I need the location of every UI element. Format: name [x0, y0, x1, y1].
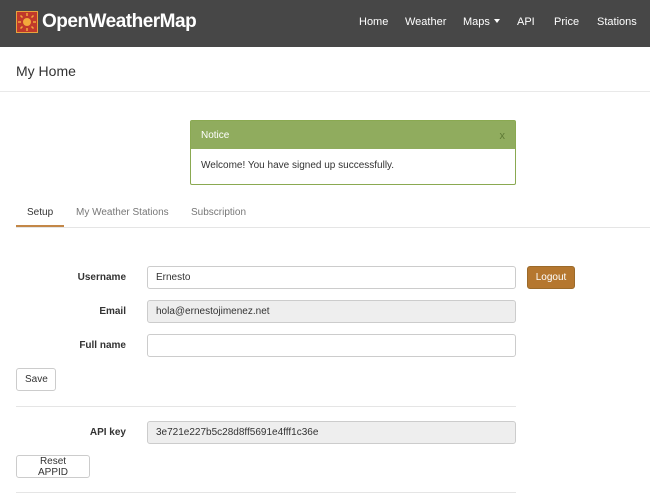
username-field[interactable] — [147, 266, 516, 289]
nav-item-home[interactable]: Home — [359, 16, 388, 28]
reset-appid-button[interactable]: Reset APPID — [16, 455, 90, 478]
section-divider-bottom — [16, 492, 516, 493]
nav-item-weather[interactable]: Weather — [405, 16, 446, 28]
nav-item-maps[interactable]: Maps — [463, 16, 500, 28]
nav-item-maps-label: Maps — [463, 16, 490, 28]
nav-item-stations[interactable]: Stations — [597, 16, 637, 28]
full-name-label: Full name — [79, 340, 126, 351]
page-title: My Home — [16, 63, 76, 79]
save-button[interactable]: Save — [16, 368, 56, 391]
api-key-label: API key — [89, 427, 126, 438]
brand[interactable]: OpenWeatherMap — [16, 11, 197, 33]
page-header: My Home — [0, 47, 650, 92]
tab-setup[interactable]: Setup — [27, 207, 53, 218]
nav-item-price[interactable]: Price — [554, 16, 579, 28]
caret-down-icon — [493, 19, 500, 23]
tab-bar: Setup My Weather Stations Subscription — [16, 197, 650, 228]
notice-message: Welcome! You have signed up successfully… — [201, 160, 395, 171]
section-divider — [16, 406, 516, 407]
api-key-field[interactable] — [147, 421, 516, 444]
sun-logo-icon — [16, 11, 38, 33]
email-label: Email — [99, 306, 126, 317]
email-field[interactable] — [147, 300, 516, 323]
active-tab-indicator — [16, 225, 64, 227]
notice-header: Notice x — [191, 121, 515, 149]
brand-name: OpenWeatherMap — [42, 11, 197, 32]
top-navbar: OpenWeatherMap Home Weather Maps API Pri… — [0, 0, 650, 47]
username-label: Username — [77, 272, 126, 283]
nav-item-api[interactable]: API — [517, 16, 535, 28]
notice-title: Notice — [201, 130, 230, 141]
full-name-field[interactable] — [147, 334, 516, 357]
notice-alert: Notice x Welcome! You have signed up suc… — [190, 120, 516, 185]
notice-close-button[interactable]: x — [500, 130, 506, 142]
logout-button[interactable]: Logout — [527, 266, 575, 289]
tab-my-weather-stations[interactable]: My Weather Stations — [76, 207, 169, 218]
tab-subscription[interactable]: Subscription — [191, 207, 246, 218]
